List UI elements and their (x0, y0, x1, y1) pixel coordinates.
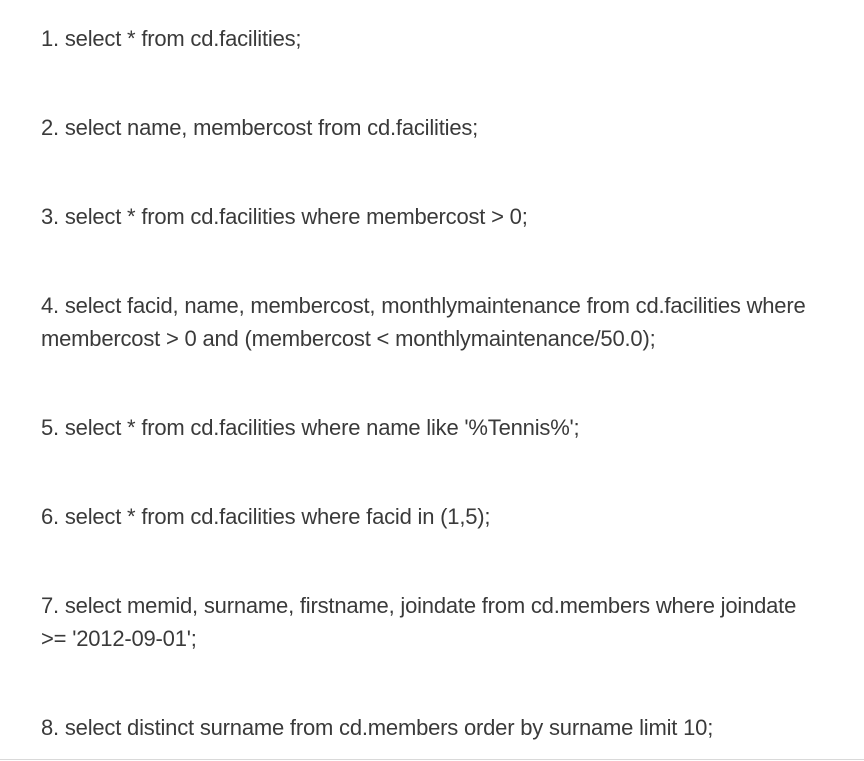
query-item-8: 8. select distinct surname from cd.membe… (41, 715, 714, 740)
query-item-4: 4. select facid, name, membercost, month… (41, 293, 806, 351)
query-item-6: 6. select * from cd.facilities where fac… (41, 504, 491, 529)
document-page: 1. select * from cd.facilities; 2. selec… (0, 0, 864, 761)
query-list: 1. select * from cd.facilities; 2. selec… (41, 22, 824, 744)
query-item-5: 5. select * from cd.facilities where nam… (41, 415, 580, 440)
bottom-divider (0, 759, 864, 760)
query-item-3: 3. select * from cd.facilities where mem… (41, 204, 528, 229)
query-item-1: 1. select * from cd.facilities; (41, 26, 302, 51)
query-item-7: 7. select memid, surname, firstname, joi… (41, 593, 797, 651)
query-item-2: 2. select name, membercost from cd.facil… (41, 115, 479, 140)
